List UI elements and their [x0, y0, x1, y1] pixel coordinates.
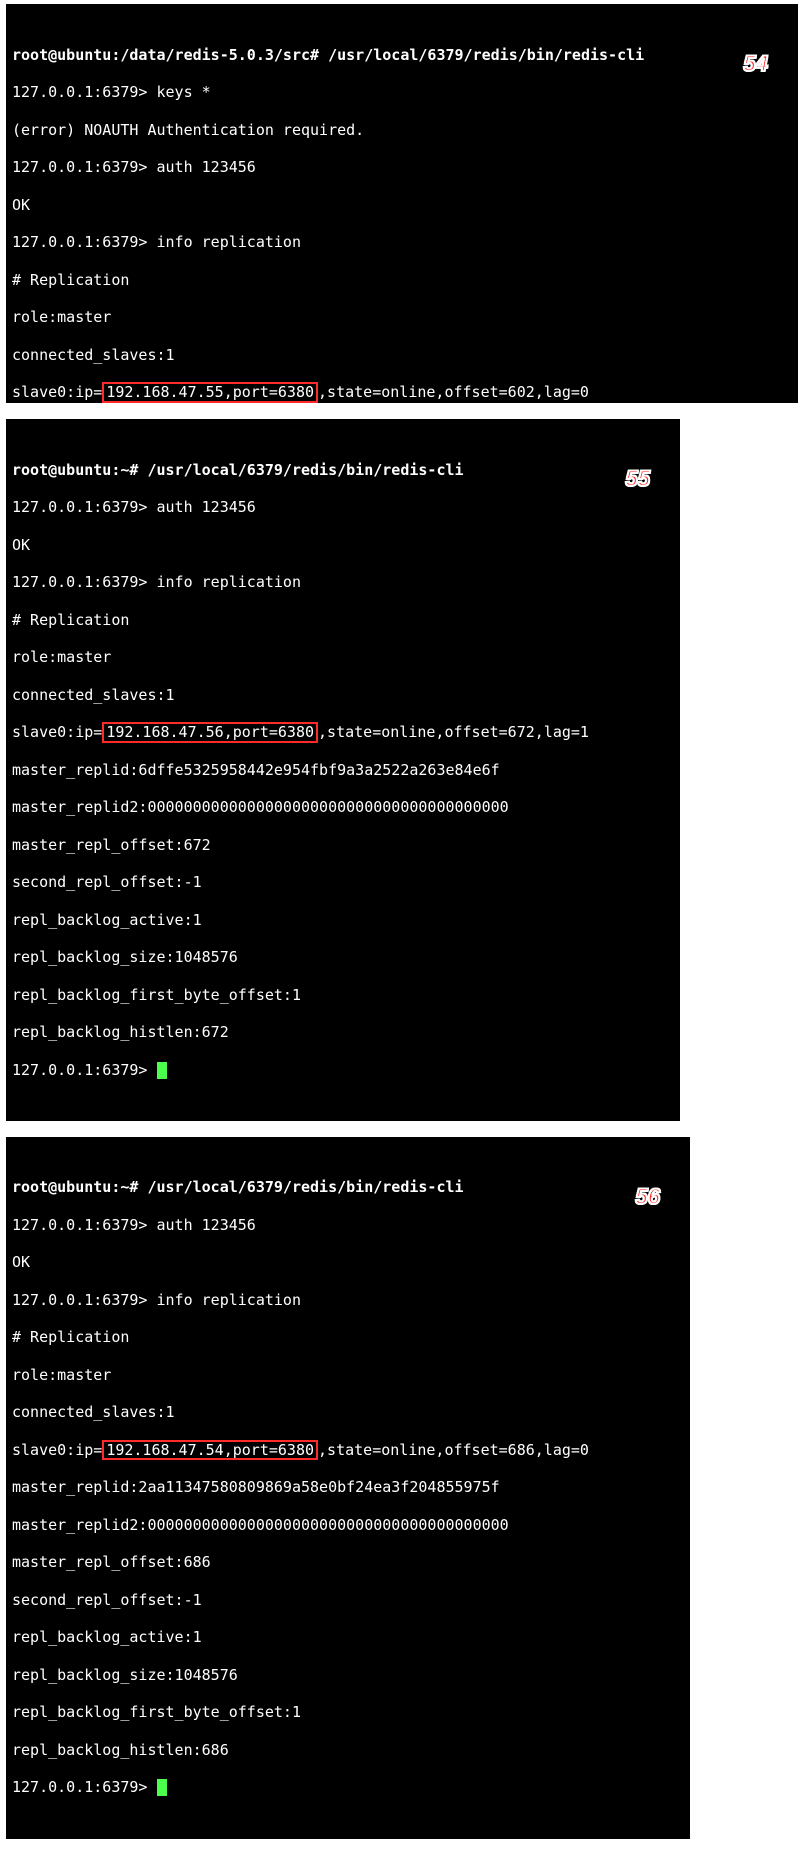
role-line: role:master: [12, 308, 792, 327]
slave-prefix: slave0:ip=: [12, 723, 102, 741]
redis-prompt: 127.0.0.1:6379>: [12, 233, 157, 251]
slave-suffix: ,state=online,offset=672,lag=1: [318, 723, 589, 741]
redis-prompt: 127.0.0.1:6379>: [12, 498, 157, 516]
badge-56: 56: [636, 1183, 660, 1211]
role-line: role:master: [12, 1366, 684, 1385]
cmd-auth: auth 123456: [157, 1216, 256, 1234]
backlog-histlen-line: repl_backlog_histlen:686: [12, 1741, 684, 1760]
backlog-active-line: repl_backlog_active:1: [12, 1628, 684, 1647]
replid-line: master_replid:2aa11347580809869a58e0bf24…: [12, 1478, 684, 1497]
cursor-icon: [157, 1062, 167, 1079]
replid2-line: master_replid2:0000000000000000000000000…: [12, 1516, 684, 1535]
redis-prompt: 127.0.0.1:6379>: [12, 573, 157, 591]
ok-line: OK: [12, 536, 674, 555]
ok-line: OK: [12, 1253, 684, 1272]
replid-line: master_replid:6dffe5325958442e954fbf9a3a…: [12, 761, 674, 780]
replid2-line: master_replid2:0000000000000000000000000…: [12, 798, 674, 817]
redis-prompt: 127.0.0.1:6379>: [12, 1216, 157, 1234]
badge-54: 54: [744, 50, 768, 78]
connected-slaves-line: connected_slaves:1: [12, 1403, 684, 1422]
backlog-first-line: repl_backlog_first_byte_offset:1: [12, 986, 674, 1005]
shell-prompt: root@ubuntu:~# /usr/local/6379/redis/bin…: [12, 1178, 464, 1196]
cmd-info: info replication: [157, 573, 302, 591]
backlog-size-line: repl_backlog_size:1048576: [12, 1666, 684, 1685]
slave-suffix: ,state=online,offset=602,lag=0: [318, 383, 589, 401]
backlog-histlen-line: repl_backlog_histlen:672: [12, 1023, 674, 1042]
connected-slaves-line: connected_slaves:1: [12, 686, 674, 705]
second-offset-line: second_repl_offset:-1: [12, 1591, 684, 1610]
redis-prompt[interactable]: 127.0.0.1:6379>: [12, 1061, 157, 1079]
second-offset-line: second_repl_offset:-1: [12, 873, 674, 892]
redis-prompt: 127.0.0.1:6379>: [12, 1291, 157, 1309]
cmd-info: info replication: [157, 1291, 302, 1309]
slave-ip-port-highlight: 192.168.47.56,port=6380: [102, 722, 318, 743]
slave-prefix: slave0:ip=: [12, 1441, 102, 1459]
cmd-info: info replication: [157, 233, 302, 251]
terminal-54: 54 root@ubuntu:/data/redis-5.0.3/src# /u…: [6, 4, 798, 403]
cursor-icon: [157, 1779, 167, 1796]
backlog-active-line: repl_backlog_active:1: [12, 911, 674, 930]
slave-ip-port-highlight: 192.168.47.55,port=6380: [102, 382, 318, 403]
repl-offset-line: master_repl_offset:686: [12, 1553, 684, 1572]
cmd-keys: keys *: [157, 83, 211, 101]
cmd-auth: auth 123456: [157, 158, 256, 176]
slave-suffix: ,state=online,offset=686,lag=0: [318, 1441, 589, 1459]
repl-offset-line: master_repl_offset:672: [12, 836, 674, 855]
backlog-first-line: repl_backlog_first_byte_offset:1: [12, 1703, 684, 1722]
redis-prompt: 127.0.0.1:6379>: [12, 158, 157, 176]
terminal-56: 56 root@ubuntu:~# /usr/local/6379/redis/…: [6, 1137, 690, 1839]
cmd-auth: auth 123456: [157, 498, 256, 516]
connected-slaves-line: connected_slaves:1: [12, 346, 792, 365]
badge-55: 55: [626, 465, 650, 493]
ok-line: OK: [12, 196, 792, 215]
slave-ip-port-highlight: 192.168.47.54,port=6380: [102, 1440, 318, 1461]
section-header: # Replication: [12, 1328, 684, 1347]
error-noauth: (error) NOAUTH Authentication required.: [12, 121, 792, 140]
role-line: role:master: [12, 648, 674, 667]
page: 54 root@ubuntu:/data/redis-5.0.3/src# /u…: [0, 0, 806, 1875]
slave-prefix: slave0:ip=: [12, 383, 102, 401]
shell-prompt: root@ubuntu:/data/redis-5.0.3/src# /usr/…: [12, 46, 644, 64]
shell-prompt: root@ubuntu:~# /usr/local/6379/redis/bin…: [12, 461, 464, 479]
section-header: # Replication: [12, 611, 674, 630]
redis-prompt[interactable]: 127.0.0.1:6379>: [12, 1778, 157, 1796]
backlog-size-line: repl_backlog_size:1048576: [12, 948, 674, 967]
section-header: # Replication: [12, 271, 792, 290]
terminal-55: 55 root@ubuntu:~# /usr/local/6379/redis/…: [6, 419, 680, 1121]
redis-prompt: 127.0.0.1:6379>: [12, 83, 157, 101]
